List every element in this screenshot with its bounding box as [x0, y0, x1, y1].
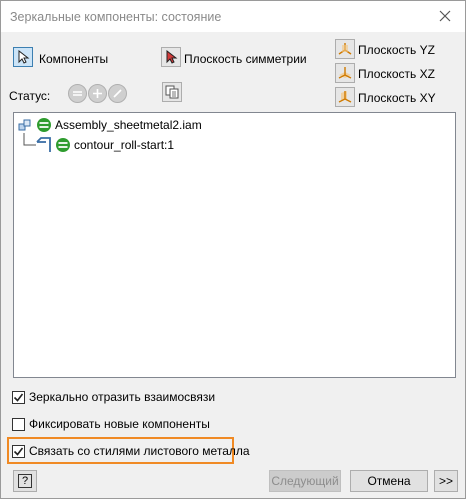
dialog-title: Зеркальные компоненты: состояние [10, 10, 222, 24]
check-icon [13, 393, 24, 402]
plane-xy-label: Плоскость XY [358, 91, 436, 105]
help-button[interactable]: ? [13, 470, 37, 492]
close-button[interactable] [435, 6, 455, 26]
plane-yz-label: Плоскость YZ [358, 43, 435, 57]
cancel-button[interactable]: Отмена [350, 470, 428, 492]
more-button[interactable]: >> [434, 470, 458, 492]
exclude-status-icon [113, 89, 122, 98]
copy-icon [165, 85, 179, 99]
cursor-arrow-icon [18, 50, 30, 64]
cursor-arrow-red-icon [166, 50, 178, 64]
mirror-relations-checkbox-row[interactable]: Зеркально отразить взаимосвязи [12, 390, 215, 404]
plane-xz-icon [338, 67, 352, 79]
check-icon [13, 447, 24, 456]
mirror-status-green-icon [56, 138, 70, 152]
components-select-button[interactable] [13, 47, 33, 67]
fix-new-components-checkbox-row[interactable]: Фиксировать новые компоненты [12, 417, 210, 431]
help-icon: ? [17, 474, 33, 488]
mirror-components-dialog: Зеркальные компоненты: состояние Компоне… [0, 0, 466, 499]
close-icon [439, 10, 451, 22]
mirror-status-icon [73, 91, 82, 96]
symmetry-plane-label: Плоскость симметрии [184, 52, 307, 66]
tree-child-row[interactable]: contour_roll-start:1 [36, 137, 174, 153]
plane-xz-label: Плоскость XZ [358, 67, 435, 81]
component-tree[interactable]: Assembly_sheetmetal2.iam contour_roll-st… [13, 112, 456, 378]
plane-xy-button[interactable] [335, 87, 355, 107]
assembly-icon [18, 119, 31, 131]
tree-connector [23, 133, 36, 146]
fix-new-components-checkbox[interactable] [12, 417, 25, 431]
symmetry-plane-select-button[interactable] [161, 47, 181, 67]
reuse-status-icon [93, 89, 102, 98]
mirror-status-green-icon [37, 118, 51, 132]
tree-child-label: contour_roll-start:1 [74, 138, 175, 152]
mirror-relations-checkbox[interactable] [12, 390, 25, 404]
fix-new-components-label: Фиксировать новые компоненты [29, 417, 210, 431]
link-sheet-metal-styles-checkbox-row[interactable]: Связать со стилями листового металла [12, 444, 250, 458]
tree-root-row[interactable]: Assembly_sheetmetal2.iam [18, 117, 202, 133]
plane-xy-icon [338, 91, 352, 103]
sheet-metal-part-icon [36, 137, 51, 152]
mirror-relations-label: Зеркально отразить взаимосвязи [29, 390, 216, 404]
status-mirror-button[interactable] [68, 84, 87, 103]
copy-status-button[interactable] [162, 82, 182, 102]
link-sheet-metal-styles-label: Связать со стилями листового металла [29, 444, 250, 458]
plane-yz-button[interactable] [335, 39, 355, 59]
components-label: Компоненты [39, 52, 109, 66]
plane-yz-icon [338, 43, 352, 55]
tree-root-label: Assembly_sheetmetal2.iam [55, 118, 202, 132]
status-exclude-button[interactable] [108, 84, 127, 103]
title-bar: Зеркальные компоненты: состояние [1, 1, 465, 32]
status-label: Статус: [9, 89, 51, 103]
plane-xz-button[interactable] [335, 63, 355, 83]
link-sheet-metal-styles-checkbox[interactable] [12, 444, 25, 458]
next-button[interactable]: Следующий [269, 470, 341, 492]
status-reuse-button[interactable] [88, 84, 107, 103]
